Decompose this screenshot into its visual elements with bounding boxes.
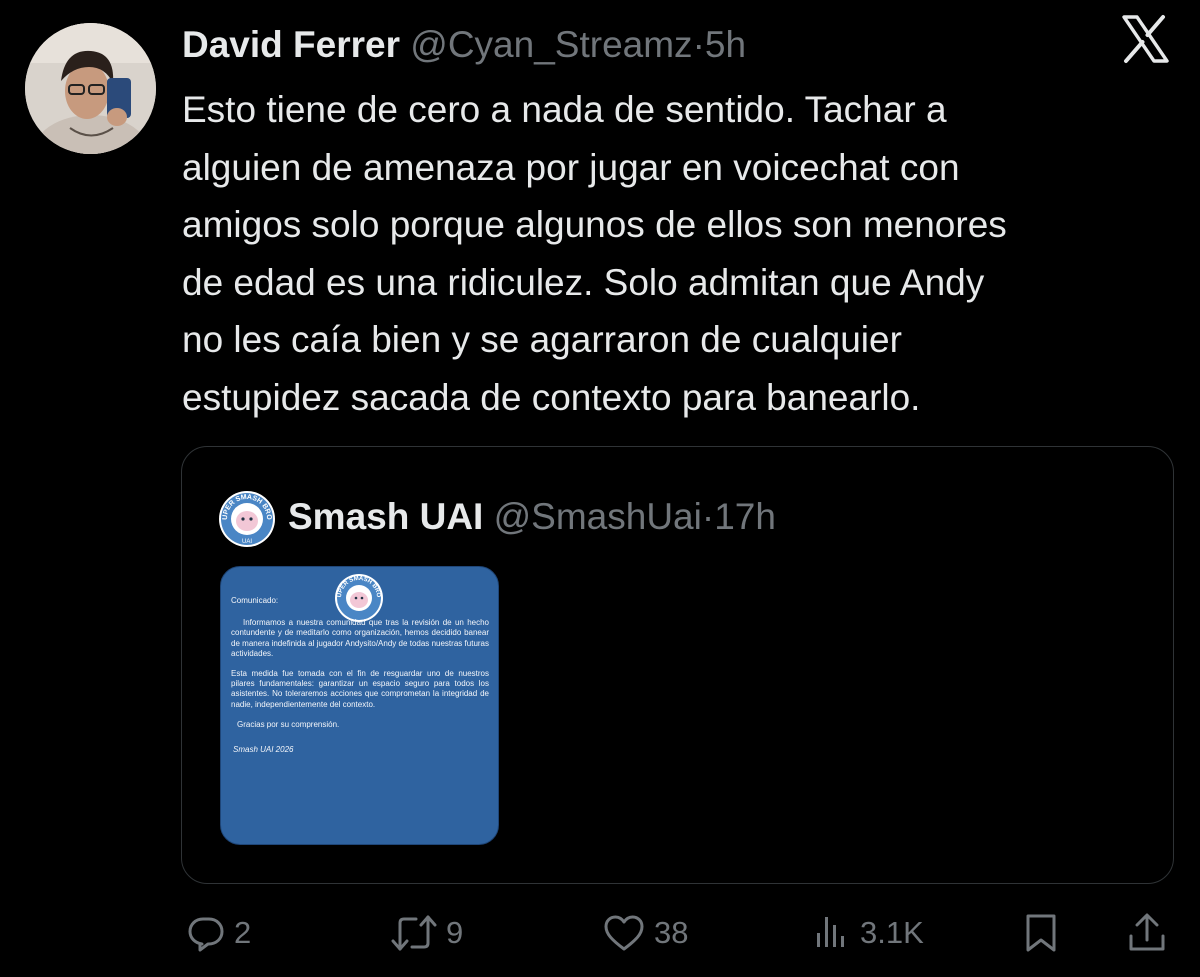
retweet-count: 9 [446,915,464,950]
quoted-tweet-timestamp[interactable]: 17h [714,496,776,537]
tweet-text: Esto tiene de cero a nada de sentido. Ta… [182,89,1007,418]
share-icon [1126,912,1168,954]
doc-thanks: Gracias por su comprensión. [237,719,340,729]
quoted-author-avatar[interactable]: SUPER SMASH BROS UAI [216,485,276,548]
author-avatar[interactable] [25,23,156,154]
bookmark-button[interactable] [1022,905,1060,961]
like-count: 38 [654,915,689,950]
views-icon [812,913,852,953]
retweet-icon [390,913,438,953]
svg-text:UAI: UAI [242,539,252,545]
author-name[interactable]: David Ferrer [182,24,400,65]
tweet-action-bar: 2 9 38 3.1K [0,905,1200,961]
doc-heading: Comunicado: [231,596,279,605]
quoted-tweet-card[interactable]: SUPER SMASH BROS UAI Smash UAI @SmashUai… [181,446,1174,884]
announcement-document: Comunicado: Informamos a nuestra comunid… [231,596,489,755]
tweet-timestamp[interactable]: 5h [705,24,746,65]
retweet-button[interactable]: 9 [390,905,463,961]
quoted-tweet-header: Smash UAI @SmashUai·17h [288,494,776,540]
doc-signature: Smash UAI 2026 [233,745,294,755]
bookmark-icon [1022,912,1060,954]
like-button[interactable]: 38 [602,905,688,961]
doc-paragraph-2: Esta medida fue tomada con el fin de res… [231,669,489,709]
views-count: 3.1K [860,915,924,950]
separator-dot: · [701,496,715,537]
quoted-author-name[interactable]: Smash UAI [288,496,483,537]
reply-button[interactable]: 2 [186,905,251,961]
reply-count: 2 [234,915,252,950]
share-button[interactable] [1126,905,1168,961]
reply-icon [186,913,226,953]
separator-dot: · [692,24,705,65]
views-button[interactable]: 3.1K [812,905,924,961]
doc-paragraph-1: Informamos a nuestra comunidad que tras … [231,618,489,658]
quoted-tweet-image[interactable]: SUPER SMASH BROS Comunicado: Informamos … [220,566,499,845]
like-icon [602,913,646,953]
x-logo-icon[interactable] [1120,14,1170,64]
tweet-header: David Ferrer @Cyan_Streamz·5h [182,22,746,68]
author-handle[interactable]: @Cyan_Streamz [410,24,692,65]
quoted-author-handle[interactable]: @SmashUai [494,496,702,537]
